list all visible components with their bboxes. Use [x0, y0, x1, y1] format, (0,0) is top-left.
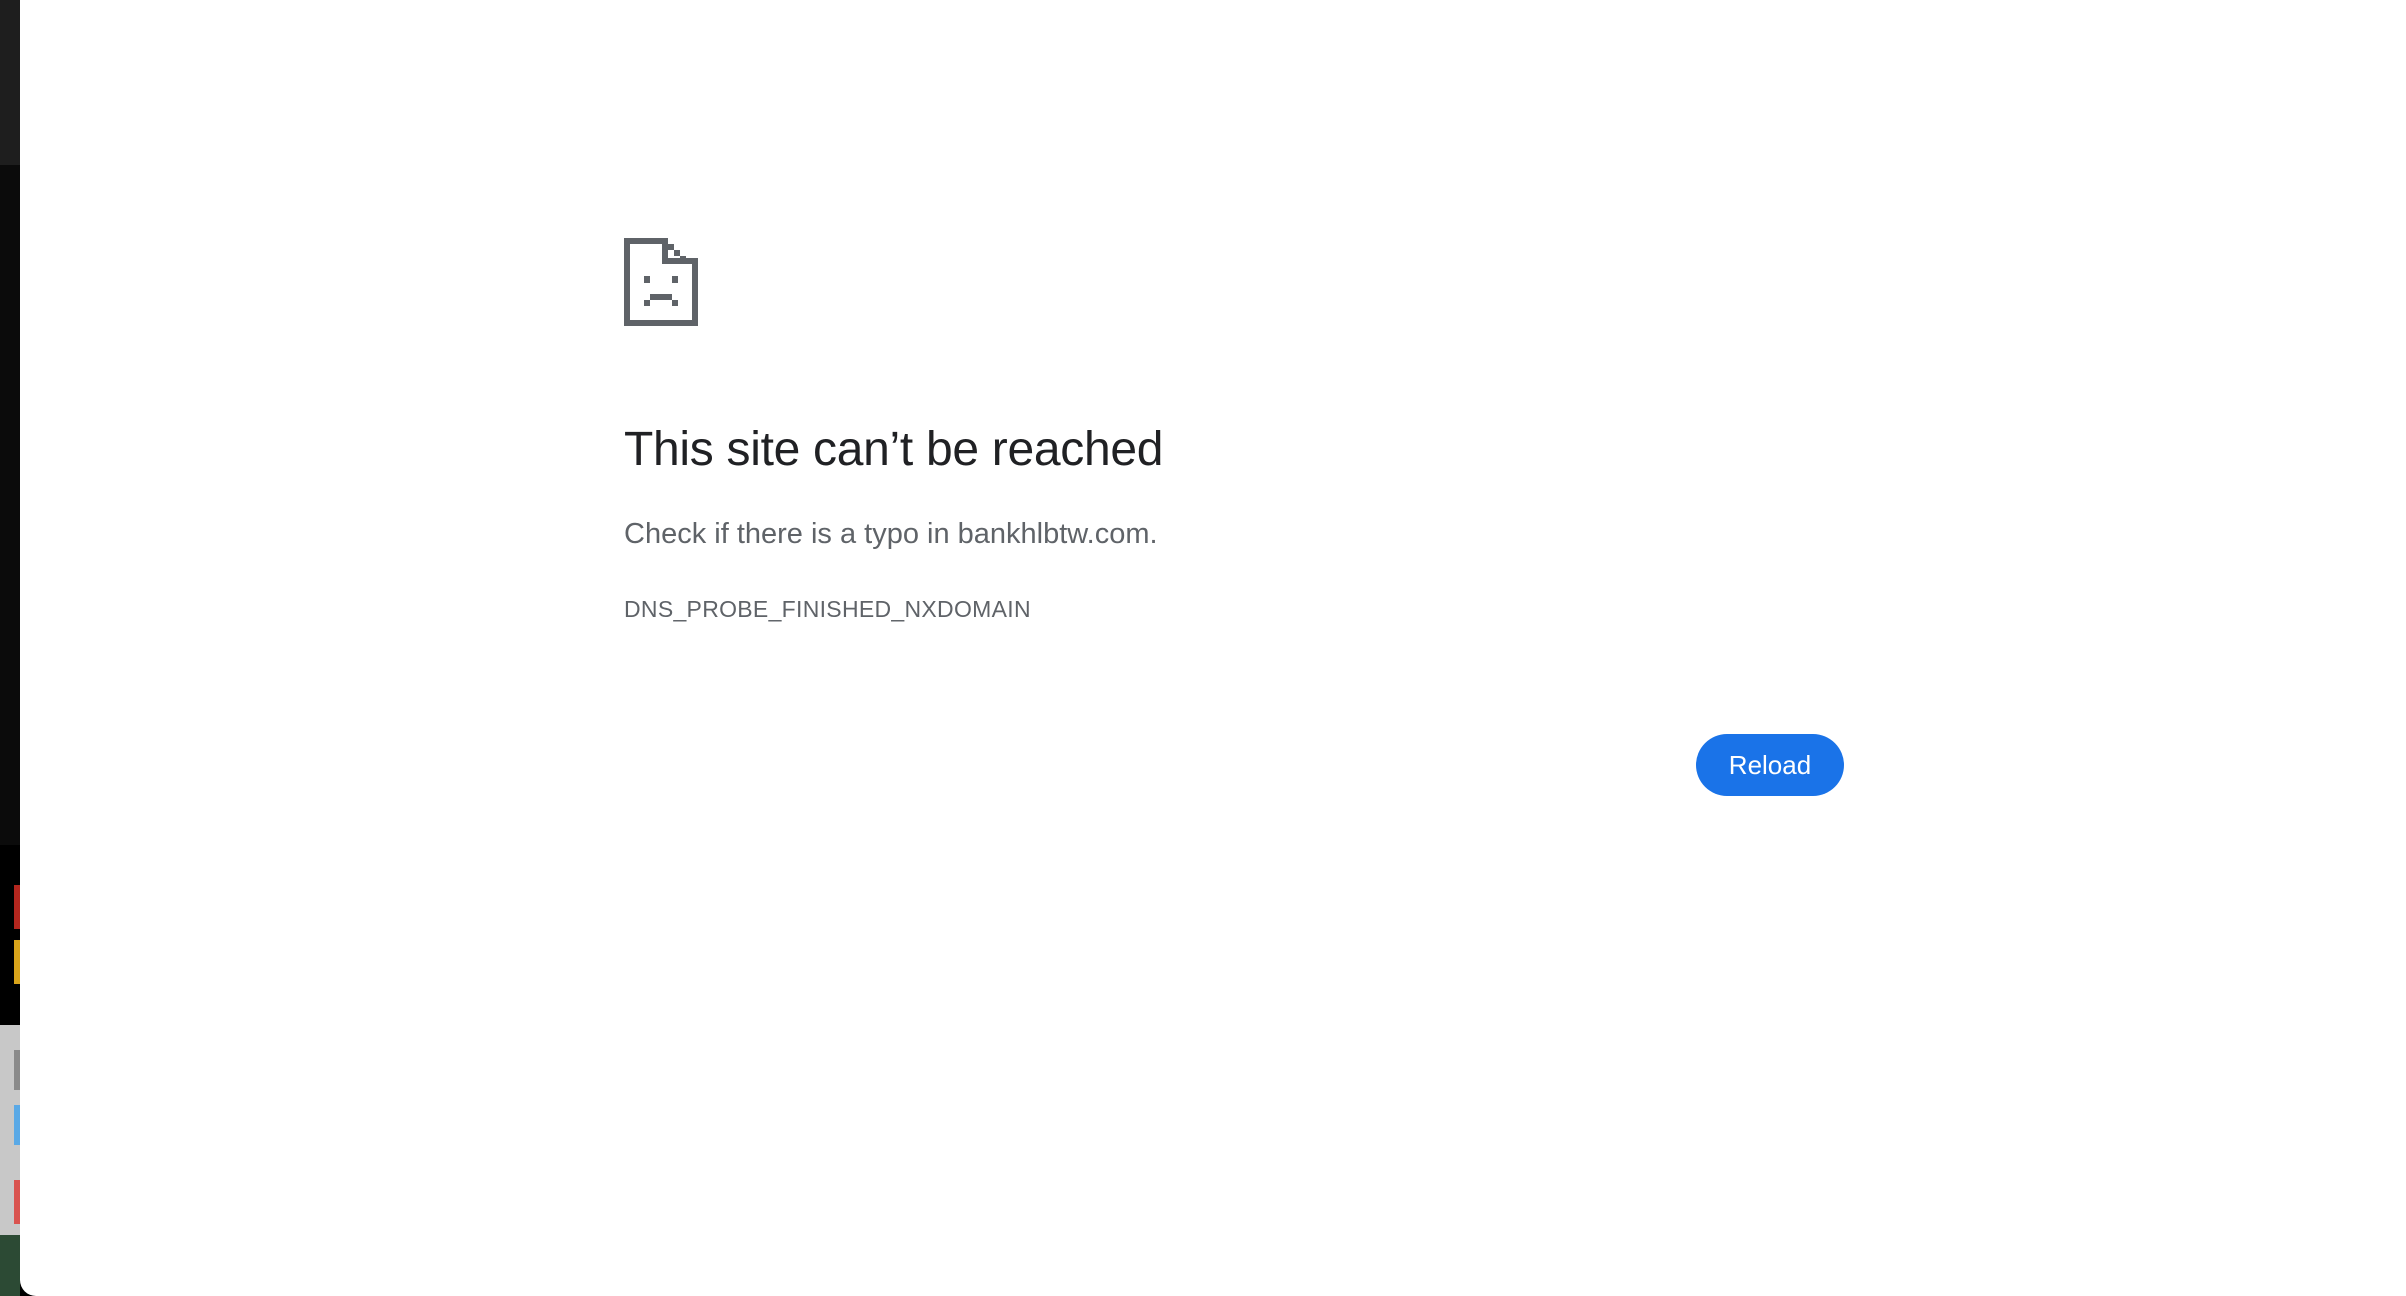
error-title: This site can’t be reached [624, 423, 1164, 476]
desktop-wallpaper [0, 1235, 20, 1296]
sad-file-icon [624, 238, 698, 326]
background-window-edge [0, 0, 20, 165]
error-message: Check if there is a typo in bankhlbtw.co… [624, 518, 1158, 550]
error-content: This site can’t be reached Check if ther… [624, 238, 1844, 622]
reload-button[interactable]: Reload [1696, 734, 1844, 796]
browser-window: This site can’t be reached Check if ther… [20, 0, 2406, 1296]
error-code: DNS_PROBE_FINISHED_NXDOMAIN [624, 596, 1031, 622]
background-window-edge [0, 165, 20, 845]
desktop-background-strip [0, 0, 20, 1296]
